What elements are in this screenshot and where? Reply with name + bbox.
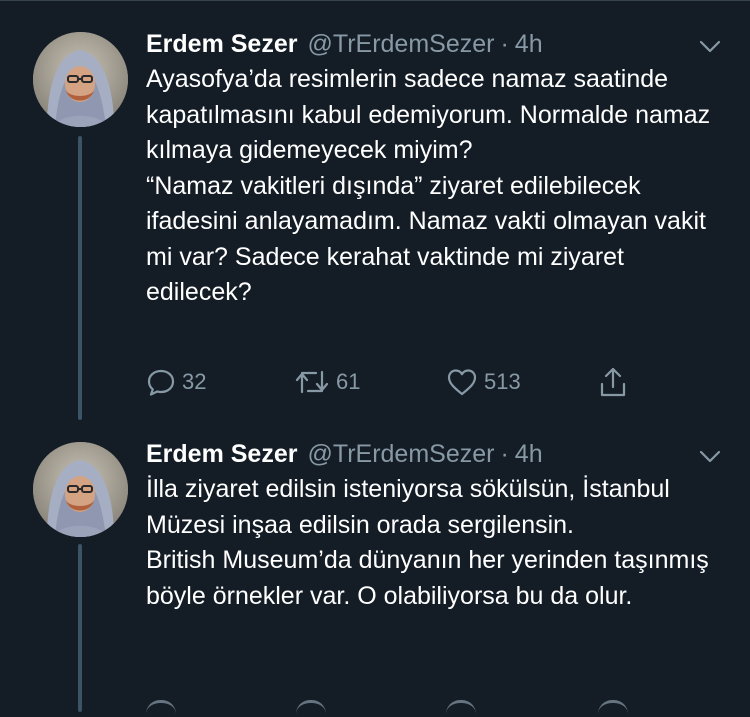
heart-icon — [446, 367, 478, 397]
heart-icon[interactable] — [446, 700, 476, 717]
separator: · — [500, 440, 509, 468]
avatar[interactable] — [33, 32, 128, 127]
share-icon — [598, 366, 628, 398]
avatar[interactable] — [33, 442, 128, 537]
reply-button[interactable]: 32 — [146, 362, 206, 402]
tweet[interactable]: Erdem Sezer @TrErdemSezer · 4h Ayasofya’… — [0, 0, 750, 420]
thread-line — [78, 136, 82, 420]
retweet-count: 61 — [336, 369, 361, 394]
separator: · — [500, 30, 509, 58]
chevron-down-icon[interactable] — [698, 444, 722, 468]
timestamp[interactable]: 4h — [515, 30, 543, 59]
author-name[interactable]: Erdem Sezer — [146, 440, 297, 469]
chevron-down-icon[interactable] — [698, 34, 722, 58]
reply-icon — [146, 367, 176, 397]
reply-icon[interactable] — [146, 700, 176, 717]
like-count: 513 — [484, 369, 521, 394]
like-button[interactable]: 513 — [446, 362, 521, 402]
thread-line — [78, 544, 82, 712]
tweet-text: Ayasofya’da resimlerin sadece namaz saat… — [146, 65, 711, 306]
retweet-icon[interactable] — [296, 700, 326, 717]
tweet[interactable]: Erdem Sezer @TrErdemSezer · 4h İlla ziya… — [0, 420, 750, 712]
author-handle[interactable]: @TrErdemSezer — [307, 440, 494, 469]
tweet-actions: 32 61 513 — [146, 362, 666, 402]
timestamp[interactable]: 4h — [515, 440, 543, 469]
author-name[interactable]: Erdem Sezer — [146, 30, 297, 59]
author-handle[interactable]: @TrErdemSezer — [307, 30, 494, 59]
tweet-header: Erdem Sezer @TrErdemSezer · 4h — [146, 440, 720, 470]
share-button[interactable] — [598, 362, 628, 402]
share-icon[interactable] — [598, 700, 628, 717]
tweet-text: İlla ziyaret edilsin isteniyorsa sökülsü… — [146, 475, 709, 610]
tweet-header: Erdem Sezer @TrErdemSezer · 4h — [146, 30, 720, 60]
reply-count: 32 — [182, 369, 207, 394]
retweet-button[interactable]: 61 — [294, 362, 360, 402]
retweet-icon — [294, 367, 330, 397]
